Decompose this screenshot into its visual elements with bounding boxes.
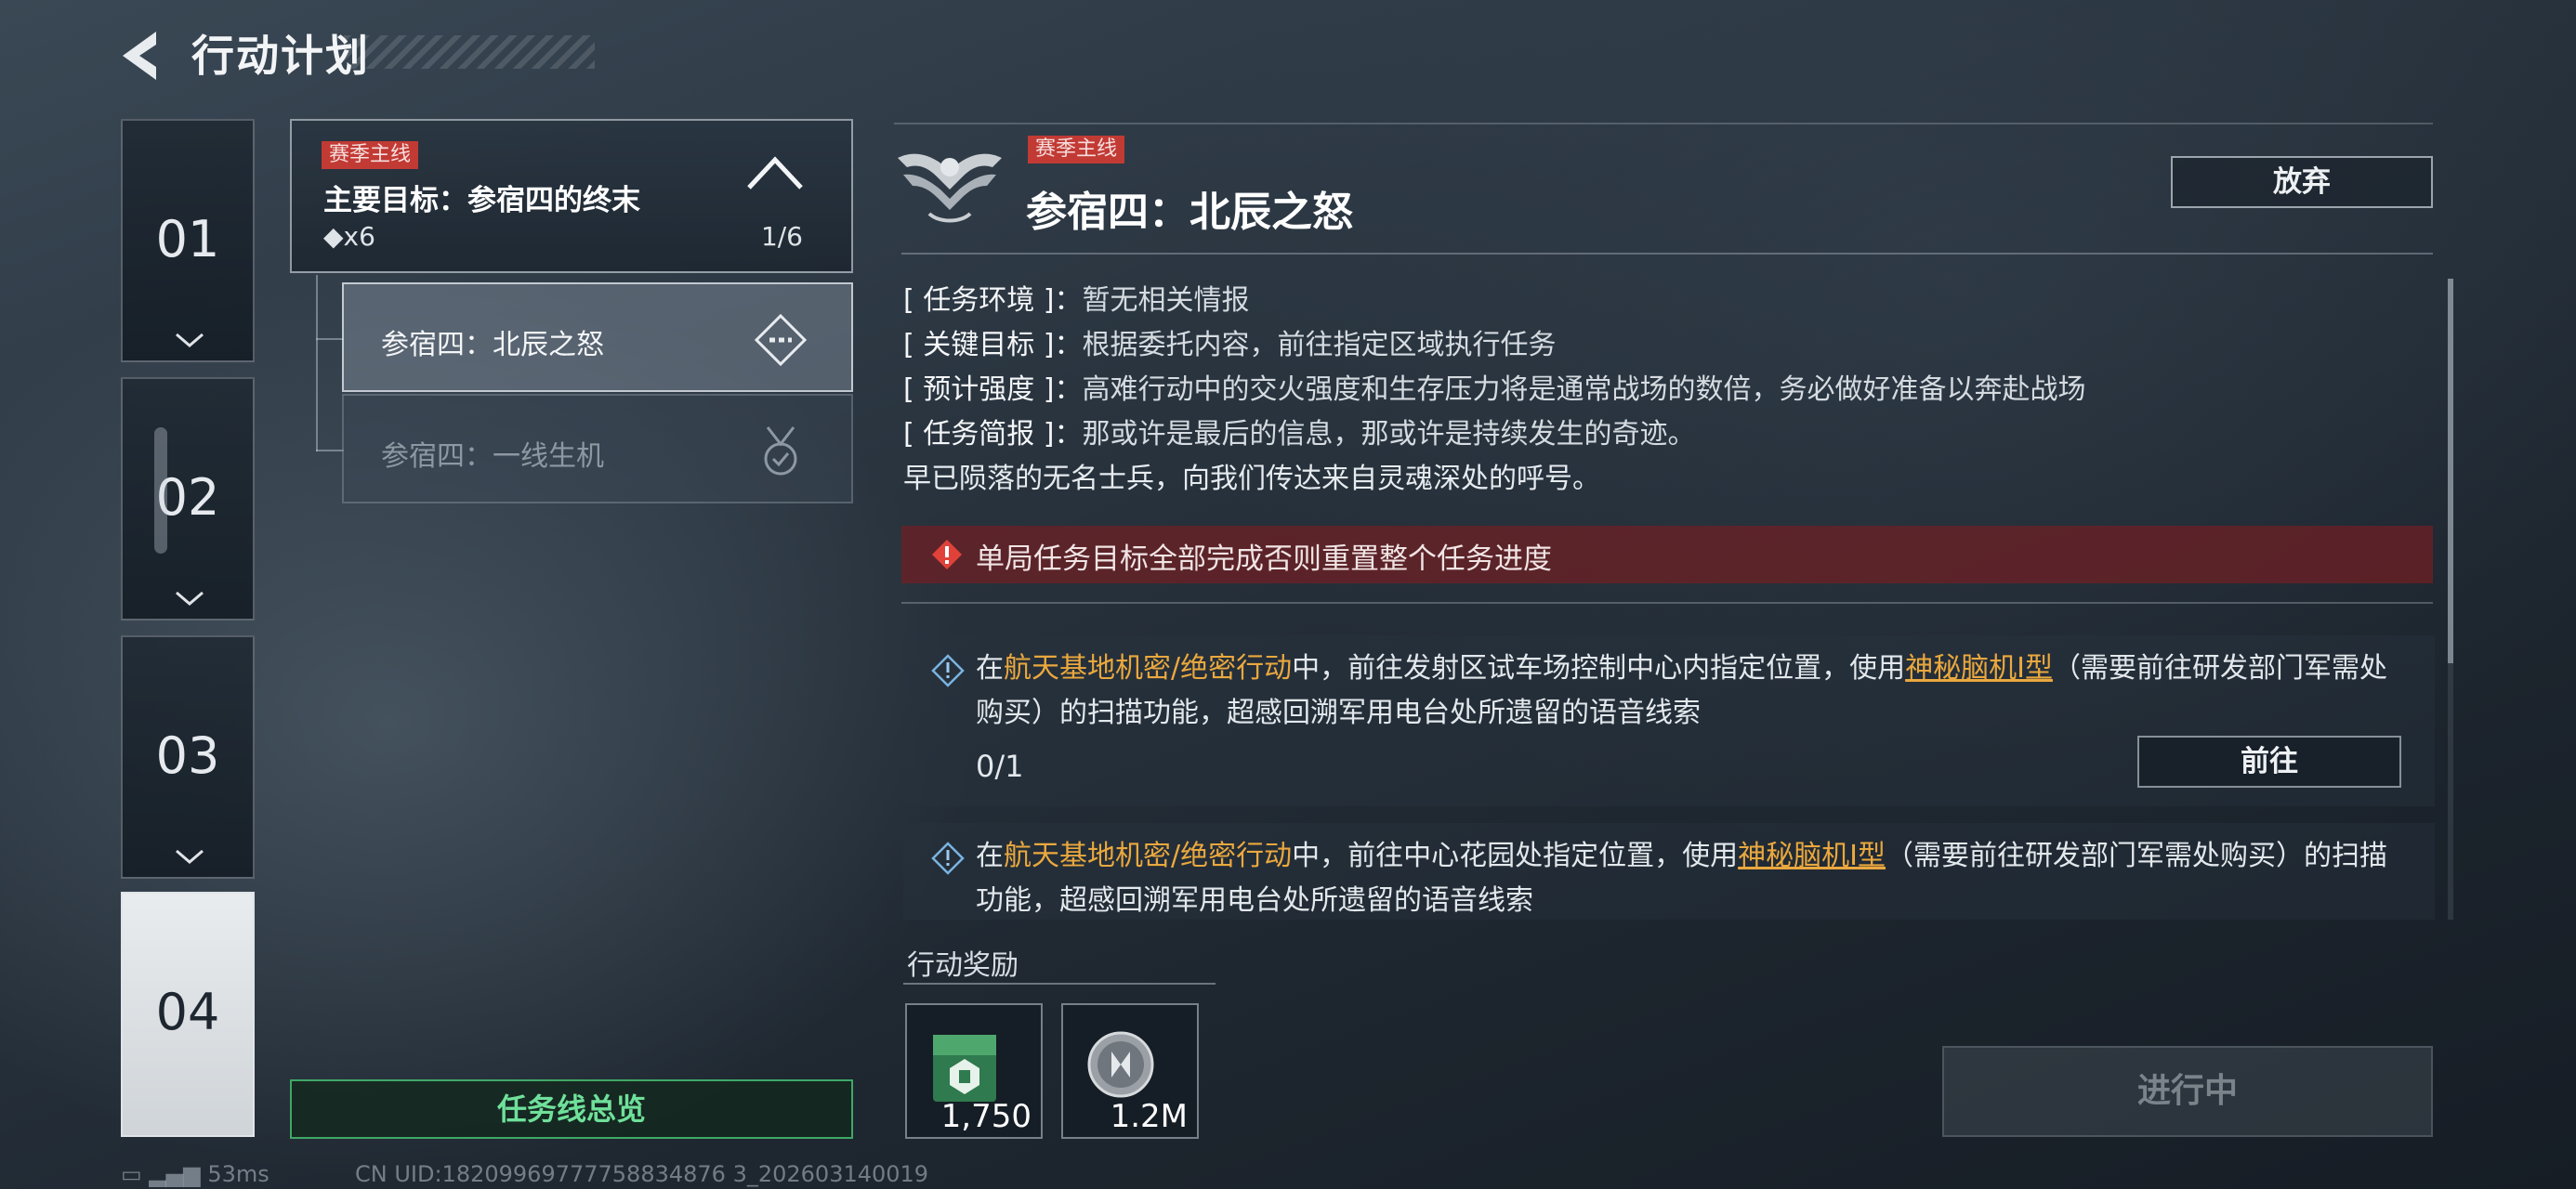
warning-icon xyxy=(932,540,962,569)
task-text: 中，前往发射区试车场控制中心内指定位置，使用 xyxy=(1292,652,1906,685)
task-description: 在航天基地机密/绝密行动中，前往中心花园处指定位置，使用神秘脑机Ⅰ型（需要前往研… xyxy=(976,834,2412,923)
task-text: 在 xyxy=(976,840,1004,872)
goto-button[interactable]: 前往 xyxy=(2137,736,2401,788)
chapter-tab-02[interactable]: 02 xyxy=(121,377,255,621)
tree-connector xyxy=(316,275,318,451)
reward-item[interactable]: 1.2M xyxy=(1061,1003,1199,1139)
sub-mission-label: 参宿四：北辰之怒 xyxy=(381,329,604,361)
main-objective-card[interactable]: 赛季主线 主要目标：参宿四的终末 ◆x6 1/6 xyxy=(290,119,853,273)
chevron-down-icon xyxy=(176,591,204,606)
task-location: 航天基地机密/绝密行动 xyxy=(1004,840,1293,872)
tree-connector xyxy=(316,338,344,340)
info-key: [ 预计强度 ]： xyxy=(903,373,1083,406)
item-link[interactable]: 神秘脑机Ⅰ型 xyxy=(1738,840,1886,872)
chapter-number: 04 xyxy=(155,983,220,1041)
medal-check-icon xyxy=(764,426,797,476)
info-key-objective: [ 关键目标 ]：根据委托内容，前往指定区域执行任务 xyxy=(903,321,1556,362)
info-value: 那或许是最后的信息，那或许是持续发生的奇迹。 xyxy=(1082,418,1696,451)
briefing-extra: 早已陨落的无名士兵，向我们传达来自灵魂深处的呼号。 xyxy=(903,463,1600,495)
tree-connector xyxy=(316,450,344,451)
task-text: 中，前往中心花园处指定位置，使用 xyxy=(1292,840,1739,872)
info-intensity: [ 预计强度 ]：高难行动中的交火强度和生存压力将是通常战场的数倍，务必做好准备… xyxy=(903,366,2085,407)
task-location: 航天基地机密/绝密行动 xyxy=(1004,652,1293,685)
sub-mission-label: 参宿四：一线生机 xyxy=(381,440,604,473)
info-environment: [ 任务环境 ]：暂无相关情报 xyxy=(903,277,1249,318)
supply-crate-icon xyxy=(933,1035,996,1102)
battery-icon: ▭ xyxy=(121,1161,142,1187)
warning-banner: 单局任务目标全部完成否则重置整个任务进度 xyxy=(901,526,2433,583)
season-tag: 赛季主线 xyxy=(322,141,419,169)
sub-mission-item[interactable]: 参宿四：一线生机 xyxy=(342,394,853,503)
main-objective-title: 主要目标：参宿四的终末 xyxy=(323,184,640,217)
network-status: ▭ ▂▄▆ 53ms xyxy=(121,1161,269,1187)
info-diamond-icon xyxy=(931,842,965,875)
user-uid: CN UID:18209969777758834876 3_2026031400… xyxy=(355,1161,929,1187)
divider xyxy=(903,983,1216,985)
info-key: [ 任务环境 ]： xyxy=(903,284,1083,317)
ping-value: 53ms xyxy=(207,1161,269,1187)
in-progress-diamond-icon xyxy=(754,313,808,367)
info-key: [ 关键目标 ]： xyxy=(903,329,1083,361)
task-text: 在 xyxy=(976,652,1004,685)
main-objective-progress: 1/6 xyxy=(760,221,803,252)
sub-mission-item[interactable]: 参宿四：北辰之怒 xyxy=(342,282,853,392)
chapter-tab-03[interactable]: 03 xyxy=(121,635,255,879)
info-value: 根据委托内容，前往指定区域执行任务 xyxy=(1082,329,1557,361)
silver-coin-icon xyxy=(1087,1031,1154,1098)
info-briefing: [ 任务简报 ]：那或许是最后的信息，那或许是持续发生的奇迹。 xyxy=(903,411,1695,451)
chapter-number: 01 xyxy=(155,210,220,268)
chevron-up-icon[interactable] xyxy=(745,154,805,191)
main-objective-reward: ◆x6 xyxy=(323,221,375,252)
chapter-tab-04[interactable]: 04 xyxy=(121,892,255,1137)
mission-overview-button[interactable]: 任务线总览 xyxy=(290,1079,853,1139)
season-tag: 赛季主线 xyxy=(1028,136,1125,163)
reward-amount: 1,750 xyxy=(940,1098,1032,1135)
info-diamond-icon xyxy=(931,654,965,687)
in-progress-button: 进行中 xyxy=(1942,1046,2433,1137)
info-value: 暂无相关情报 xyxy=(1082,284,1250,317)
info-key: [ 任务简报 ]： xyxy=(903,418,1083,451)
rewards-label: 行动奖励 xyxy=(907,949,1019,982)
chapter-number: 03 xyxy=(155,726,220,785)
divider xyxy=(894,123,2433,124)
title-decoration xyxy=(344,35,595,69)
task-progress: 0/1 xyxy=(976,749,1024,784)
signal-icon: ▂▄▆ xyxy=(149,1161,201,1187)
item-link[interactable]: 神秘脑机Ⅰ型 xyxy=(1905,652,2053,685)
info-value: 高难行动中的交火强度和生存压力将是通常战场的数倍，务必做好准备以奔赴战场 xyxy=(1082,373,2086,406)
mission-title: 参宿四：北辰之怒 xyxy=(1026,189,1353,236)
back-arrow-icon[interactable] xyxy=(115,26,167,85)
abandon-button[interactable]: 放弃 xyxy=(2171,156,2433,208)
chapter-scrollbar[interactable] xyxy=(154,427,167,554)
reward-amount: 1.2M xyxy=(1110,1098,1188,1135)
reward-item[interactable]: 1,750 xyxy=(905,1003,1043,1139)
task-item: 在航天基地机密/绝密行动中，前往发射区试车场控制中心内指定位置，使用神秘脑机Ⅰ型… xyxy=(903,635,2435,806)
chapter-tab-01[interactable]: 01 xyxy=(121,119,255,362)
chevron-down-icon xyxy=(176,333,204,347)
eagle-emblem-icon xyxy=(898,153,1002,223)
task-item: 在航天基地机密/绝密行动中，前往中心花园处指定位置，使用神秘脑机Ⅰ型（需要前往研… xyxy=(903,823,2435,920)
divider xyxy=(901,602,2433,604)
task-description: 在航天基地机密/绝密行动中，前往发射区试车场控制中心内指定位置，使用神秘脑机Ⅰ型… xyxy=(976,647,2412,736)
chevron-down-icon xyxy=(176,849,204,864)
divider xyxy=(901,253,2433,255)
warning-text: 单局任务目标全部完成否则重置整个任务进度 xyxy=(976,542,1552,576)
chapter-number: 02 xyxy=(155,468,220,527)
detail-scrollbar-thumb[interactable] xyxy=(2448,279,2453,663)
